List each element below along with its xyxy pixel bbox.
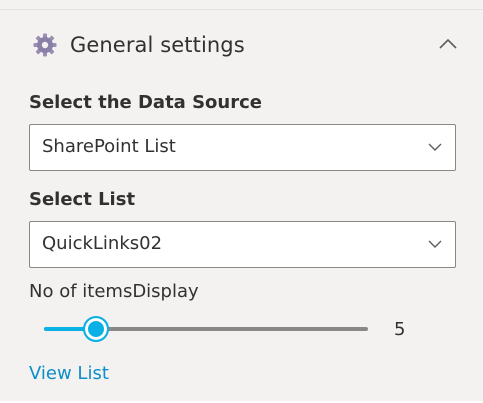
section-title: General settings xyxy=(70,33,245,57)
panel-top-divider xyxy=(0,9,483,10)
chevron-down-icon xyxy=(428,143,442,151)
data-source-label: Select the Data Source xyxy=(29,92,262,113)
general-settings-header[interactable]: General settings xyxy=(32,30,460,60)
data-source-value: SharePoint List xyxy=(42,136,176,157)
items-display-slider[interactable] xyxy=(44,316,368,342)
data-source-dropdown[interactable]: SharePoint List xyxy=(29,124,456,171)
select-list-label: Select List xyxy=(29,189,136,210)
slider-thumb[interactable] xyxy=(82,316,109,342)
items-display-label: No of itemsDisplay xyxy=(29,281,199,302)
gear-icon xyxy=(33,33,57,57)
view-list-link[interactable]: View List xyxy=(29,363,109,384)
select-list-value: QuickLinks02 xyxy=(42,233,163,254)
chevron-up-icon[interactable] xyxy=(436,34,460,54)
chevron-down-icon xyxy=(428,240,442,248)
items-display-value: 5 xyxy=(394,319,406,340)
select-list-dropdown[interactable]: QuickLinks02 xyxy=(29,221,456,268)
